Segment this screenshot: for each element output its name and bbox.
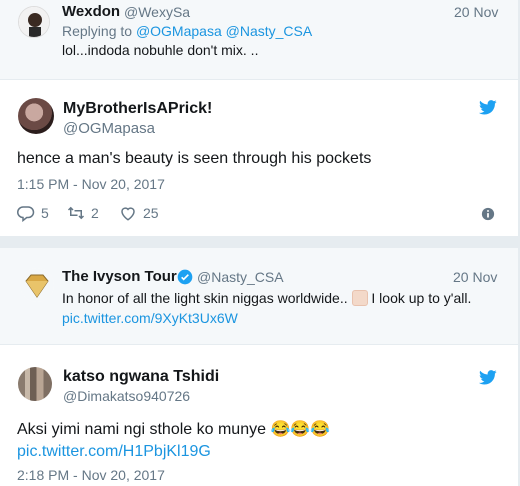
author-name[interactable]: katso ngwana Tshidi: [63, 368, 219, 386]
tweet-date[interactable]: 20 Nov: [453, 269, 497, 285]
tears-of-joy-emoji: 😂😂😂: [270, 421, 331, 438]
like-icon: [121, 207, 135, 221]
retweet-action[interactable]: 2: [67, 204, 99, 222]
tweet-text: In honor of all the light skin niggas wo…: [62, 290, 471, 306]
reply-tweet-ivyson[interactable]: The Ivyson Tour @Nasty_CSA 20 Nov In hon…: [0, 248, 518, 344]
tweet-timestamp[interactable]: 1:15 PM - Nov 20, 2017: [17, 176, 165, 192]
author-handle[interactable]: @Dimakatso940726: [63, 388, 190, 404]
tweet-date[interactable]: 20 Nov: [454, 4, 498, 20]
author-handle[interactable]: @OGMapasa: [63, 120, 155, 137]
media-link[interactable]: pic.twitter.com/9XyKt3Ux6W: [62, 310, 238, 326]
tweet-text-part2: I look up to y'all.: [371, 290, 472, 306]
mention-ogmapasa[interactable]: @OGMapasa: [136, 23, 222, 39]
replying-to-line: Replying to @OGMapasa @Nasty_CSA: [62, 23, 312, 39]
replying-prefix: Replying to: [62, 23, 133, 39]
info-icon[interactable]: [481, 207, 495, 221]
author-name[interactable]: Wexdon: [62, 3, 120, 20]
raised-fist-emoji: [351, 290, 368, 306]
like-count: 25: [143, 205, 159, 221]
reply-action[interactable]: 5: [17, 204, 49, 222]
media-link[interactable]: pic.twitter.com/H1PbjKl19G: [17, 443, 211, 461]
twitter-bird-icon[interactable]: [479, 370, 497, 385]
avatar-ogmapasa[interactable]: [18, 98, 54, 134]
reply-icon: [17, 206, 35, 222]
tweet-text: lol...indoda nobuhle don't mix. ..: [62, 42, 259, 58]
like-action[interactable]: 25: [119, 204, 159, 222]
reply-tweet-wexdon[interactable]: Wexdon @WexySa 20 Nov Replying to @OGMap…: [0, 0, 518, 80]
author-handle[interactable]: @Nasty_CSA: [197, 269, 284, 285]
twitter-bird-icon[interactable]: [479, 100, 497, 115]
main-tweet: MyBrotherIsAPrick! @OGMapasa hence a man…: [0, 80, 518, 236]
author-name[interactable]: MyBrotherIsAPrick!: [63, 100, 212, 118]
avatar-nasty-csa[interactable]: [20, 268, 54, 302]
verified-badge-icon: [177, 269, 193, 285]
avatar-dimakatso[interactable]: [18, 367, 52, 401]
mention-nasty-csa[interactable]: @Nasty_CSA: [226, 23, 313, 39]
tweet-thread: Wexdon @WexySa 20 Nov Replying to @OGMap…: [0, 0, 520, 486]
author-handle[interactable]: @WexySa: [124, 4, 190, 20]
tweet-text-part1: In honor of all the light skin niggas wo…: [62, 290, 348, 306]
tweet-text: Aksi yimi nami ngi sthole ko munye 😂😂😂: [17, 419, 330, 439]
tweet-text: hence a man's beauty is seen through his…: [17, 150, 372, 167]
tweet-timestamp[interactable]: 2:18 PM - Nov 20, 2017: [17, 467, 165, 483]
author-name[interactable]: The Ivyson Tour: [62, 268, 177, 285]
reply-count: 5: [41, 205, 49, 221]
avatar-wexdon[interactable]: [18, 6, 50, 38]
tweet-katso: katso ngwana Tshidi @Dimakatso940726 Aks…: [0, 344, 518, 486]
tweet-text-words: Aksi yimi nami ngi sthole ko munye: [17, 421, 266, 438]
retweet-count: 2: [91, 205, 99, 221]
retweet-icon: [67, 206, 85, 220]
